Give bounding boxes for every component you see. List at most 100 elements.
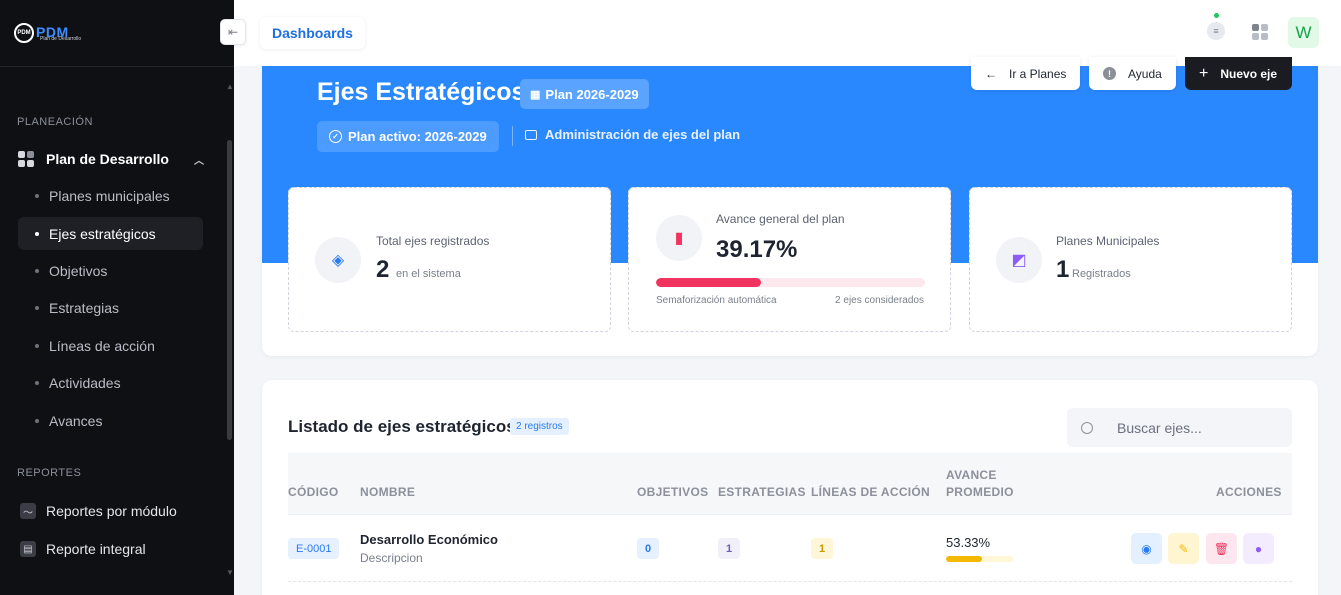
section-title-planeacion: PLANEACIÓN	[17, 116, 93, 128]
stat-value: 2	[376, 256, 390, 283]
plan-badge-label: Plan 2026-2029	[545, 86, 639, 102]
sidebar-item-objetivos[interactable]: Objetivos	[18, 254, 203, 287]
bullet-icon	[35, 418, 39, 423]
th-estrategias[interactable]: ESTRATEGIAS	[718, 484, 806, 501]
table-row[interactable]: E-0001	[288, 538, 340, 559]
lineas-count: 1	[811, 538, 833, 559]
chevron-up-icon: ︿	[194, 156, 204, 167]
sidebar-item-planes-municipales[interactable]: Planes municipales	[18, 179, 203, 212]
delete-button[interactable]: 🗑	[1206, 533, 1237, 564]
active-plan-badge: ✓ Plan activo: 2026-2029	[317, 121, 499, 152]
calendar-icon: ▦	[530, 88, 541, 101]
th-codigo[interactable]: CÓDIGO	[288, 484, 338, 501]
pencil-icon: ✎	[1178, 541, 1189, 556]
chart-line-icon: 〜	[20, 503, 36, 519]
folder-icon	[525, 129, 537, 140]
search-box[interactable]	[1067, 408, 1292, 447]
list-title: Listado de ejes estratégicos	[288, 417, 516, 436]
objetivos-count: 0	[637, 538, 659, 559]
sidebar-scrollbar[interactable]	[227, 140, 232, 440]
stat-subtext: en el sistema	[396, 268, 461, 280]
alert-circle-icon: ●	[1254, 541, 1263, 556]
th-avance-promedio[interactable]: AVANCE PROMEDIO	[946, 467, 1026, 501]
plus-icon: +	[1199, 64, 1209, 82]
count-badge: 2 registros	[510, 418, 569, 435]
sidebar-item-actividades[interactable]: Actividades	[18, 366, 203, 399]
progress-foot-right: 2 ejes considerados	[835, 295, 924, 306]
arrow-left-icon: ←	[985, 66, 997, 81]
page-title: Ejes Estratégicos	[317, 78, 526, 106]
hero-separator	[512, 126, 513, 146]
bar-chart-icon: ▮	[656, 215, 702, 261]
lineas-cell: 1	[811, 538, 833, 559]
document-icon: ▤	[20, 541, 36, 557]
stat-card-planes-municipales: ◩ Planes Municipales 1 Registrados	[969, 187, 1292, 332]
ayuda-button[interactable]: ! Ayuda	[1089, 57, 1176, 90]
ayuda-label: Ayuda	[1128, 66, 1162, 81]
code-badge: E-0001	[288, 538, 340, 559]
avance-progress-bar	[656, 278, 925, 287]
avance-percent: 53.33%	[946, 535, 991, 550]
scroll-down-icon[interactable]: ▼	[226, 568, 234, 577]
bullet-icon	[35, 305, 39, 310]
sidebar-item-label: Líneas de acción	[49, 337, 155, 354]
th-lineas-de-accion[interactable]: LÍNEAS DE ACCIÓN	[811, 484, 930, 501]
edit-square-icon: ◩	[996, 237, 1042, 283]
sidebar-item-estrategias[interactable]: Estrategias	[18, 291, 203, 324]
objetivos-cell: 0	[637, 538, 659, 559]
apps-grid-icon[interactable]	[1252, 24, 1268, 40]
sidebar-item-avances[interactable]: Avances	[18, 404, 203, 437]
chat-icon[interactable]: ≡	[1207, 22, 1225, 40]
stat-label: Avance general del plan	[716, 212, 845, 226]
bullet-icon	[35, 380, 39, 385]
info-icon: !	[1103, 67, 1116, 80]
scroll-up-icon[interactable]: ▲	[226, 82, 234, 91]
sidebar-item-label: Reportes por módulo	[46, 503, 177, 519]
logo-mark-icon: PDM	[14, 23, 34, 43]
th-nombre[interactable]: NOMBRE	[360, 484, 415, 501]
admin-subtitle: Administración de ejes del plan	[525, 127, 740, 142]
user-avatar[interactable]: W	[1288, 17, 1319, 48]
layers-icon: ◈	[315, 237, 361, 283]
sidebar-item-label: Avances	[49, 412, 103, 429]
trash-icon: 🗑	[1213, 541, 1230, 556]
breadcrumb-dashboards[interactable]: Dashboards	[260, 17, 365, 49]
sidebar-item-plan-de-desarrollo[interactable]: Plan de Desarrollo ︿	[18, 146, 208, 172]
stat-value: 1	[1056, 256, 1070, 283]
stat-value: 39.17%	[716, 236, 798, 263]
bullet-icon	[35, 343, 39, 348]
nuevo-eje-button[interactable]: + Nuevo eje	[1185, 57, 1292, 90]
th-objetivos[interactable]: OBJETIVOS	[637, 484, 708, 501]
sidebar-collapse-button[interactable]: ⇤	[220, 19, 246, 45]
sidebar-item-ejes-estrategicos[interactable]: Ejes estratégicos	[18, 217, 203, 250]
view-button[interactable]: ◉	[1131, 533, 1162, 564]
progress-foot-left: Semaforización automática	[656, 295, 777, 306]
plan-badge: ▦ Plan 2026-2029	[520, 79, 649, 109]
sidebar-item-lineas-de-accion[interactable]: Líneas de acción	[18, 329, 203, 362]
ir-a-planes-label: Ir a Planes	[1009, 66, 1067, 81]
info-button[interactable]: ●	[1243, 533, 1274, 564]
avance-cell: 53.33%	[946, 535, 1013, 562]
ir-a-planes-button[interactable]: ← Ir a Planes	[971, 57, 1080, 90]
avance-mini-bar	[946, 556, 1013, 562]
stat-label: Planes Municipales	[1056, 234, 1160, 248]
row-name[interactable]: Desarrollo Económico	[360, 532, 498, 547]
collapse-arrow-icon: ⇤	[227, 25, 239, 39]
search-icon	[1081, 421, 1093, 434]
bullet-icon	[35, 268, 39, 273]
sidebar-item-label: Estrategias	[49, 299, 120, 316]
app-logo[interactable]: PDM PDM Plan de Desarrollo	[14, 22, 81, 44]
sidebar-item-label: Planes municipales	[49, 187, 170, 204]
search-input[interactable]	[1117, 419, 1277, 436]
sidebar-item-label: Reporte integral	[46, 541, 146, 557]
bullet-icon	[35, 231, 39, 236]
row-name-cell: Desarrollo Económico Descripcion	[360, 532, 498, 565]
sidebar-item-reporte-integral[interactable]: ▤ Reporte integral	[20, 537, 146, 561]
sidebar-item-reportes-por-modulo[interactable]: 〜 Reportes por módulo	[20, 499, 177, 523]
stat-card-avance-general: ▮ Avance general del plan 39.17% Semafor…	[628, 187, 951, 332]
edit-button[interactable]: ✎	[1168, 533, 1199, 564]
sidebar-item-label: Actividades	[49, 374, 121, 391]
sidebar-divider	[0, 66, 234, 67]
logo-subtext: Plan de Desarrollo	[40, 35, 82, 42]
sidebar: PDM PDM Plan de Desarrollo ▲ ▼ PLANEACIÓ…	[0, 0, 234, 595]
